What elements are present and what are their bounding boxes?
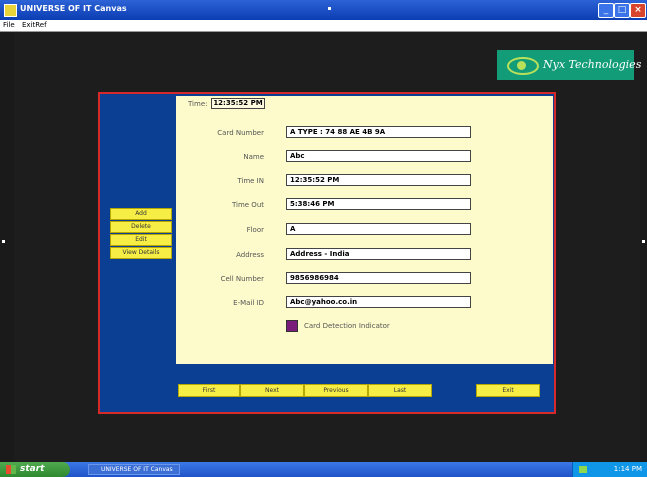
- card-number-label: Card Number: [217, 129, 264, 137]
- minimize-button[interactable]: _: [598, 3, 614, 18]
- time-in-field[interactable]: 12:35:52 PM: [286, 174, 471, 186]
- resize-handle-right[interactable]: [642, 240, 645, 243]
- exit-button[interactable]: Exit: [476, 384, 540, 397]
- card-detection-label: Card Detection Indicator: [304, 322, 390, 330]
- first-button[interactable]: First: [178, 384, 240, 397]
- menu-exit[interactable]: ExitRef: [22, 21, 47, 29]
- time-out-field[interactable]: 5:38:46 PM: [286, 198, 471, 210]
- time-in-label: Time IN: [237, 177, 264, 185]
- app-icon: [4, 4, 17, 17]
- card-number-field[interactable]: A TYPE : 74 88 AE 4B 9A: [286, 126, 471, 138]
- cell-number-label: Cell Number: [220, 275, 264, 283]
- time-label: Time:: [188, 100, 208, 108]
- floor-label: Floor: [246, 226, 264, 234]
- address-label: Address: [236, 251, 264, 259]
- last-button[interactable]: Last: [368, 384, 432, 397]
- system-tray: 1:14 PM: [572, 462, 647, 477]
- maximize-button[interactable]: □: [614, 3, 630, 18]
- logo-text: Nyx Technologies: [543, 58, 642, 71]
- window-title: UNIVERSE OF IT Canvas: [20, 4, 127, 13]
- taskbar-window-button[interactable]: UNIVERSE OF IT Canvas: [88, 464, 180, 475]
- resize-handle-left[interactable]: [2, 240, 5, 243]
- next-button[interactable]: Next: [240, 384, 304, 397]
- previous-button[interactable]: Previous: [304, 384, 368, 397]
- menu-file[interactable]: File: [3, 21, 15, 29]
- eye-pupil-icon: [517, 61, 526, 70]
- email-field[interactable]: Abc@yahoo.co.in: [286, 296, 471, 308]
- card-detection-indicator[interactable]: [286, 320, 298, 332]
- name-field[interactable]: Abc: [286, 150, 471, 162]
- window-title-bar[interactable]: UNIVERSE OF IT Canvas _ □ ×: [0, 0, 647, 20]
- time-out-label: Time Out: [231, 201, 264, 209]
- menu-bar: File ExitRef: [0, 20, 647, 32]
- company-logo: Nyx Technologies: [497, 50, 641, 80]
- name-label: Name: [243, 153, 264, 161]
- time-display: 12:35:52 PM: [211, 98, 265, 109]
- address-field[interactable]: Address - India: [286, 248, 471, 260]
- cell-number-field[interactable]: 9856986984: [286, 272, 471, 284]
- resize-handle-top[interactable]: [328, 7, 331, 10]
- view-details-button[interactable]: View Details: [110, 247, 172, 259]
- floor-field[interactable]: A: [286, 223, 471, 235]
- clock: 1:14 PM: [613, 465, 642, 473]
- email-label: E-Mail ID: [233, 299, 264, 307]
- tray-network-icon[interactable]: [579, 466, 587, 473]
- add-button[interactable]: Add: [110, 208, 172, 220]
- delete-button[interactable]: Delete: [110, 221, 172, 233]
- close-button[interactable]: ×: [630, 3, 646, 18]
- windows-logo-icon: [6, 465, 16, 474]
- edit-button[interactable]: Edit: [110, 234, 172, 246]
